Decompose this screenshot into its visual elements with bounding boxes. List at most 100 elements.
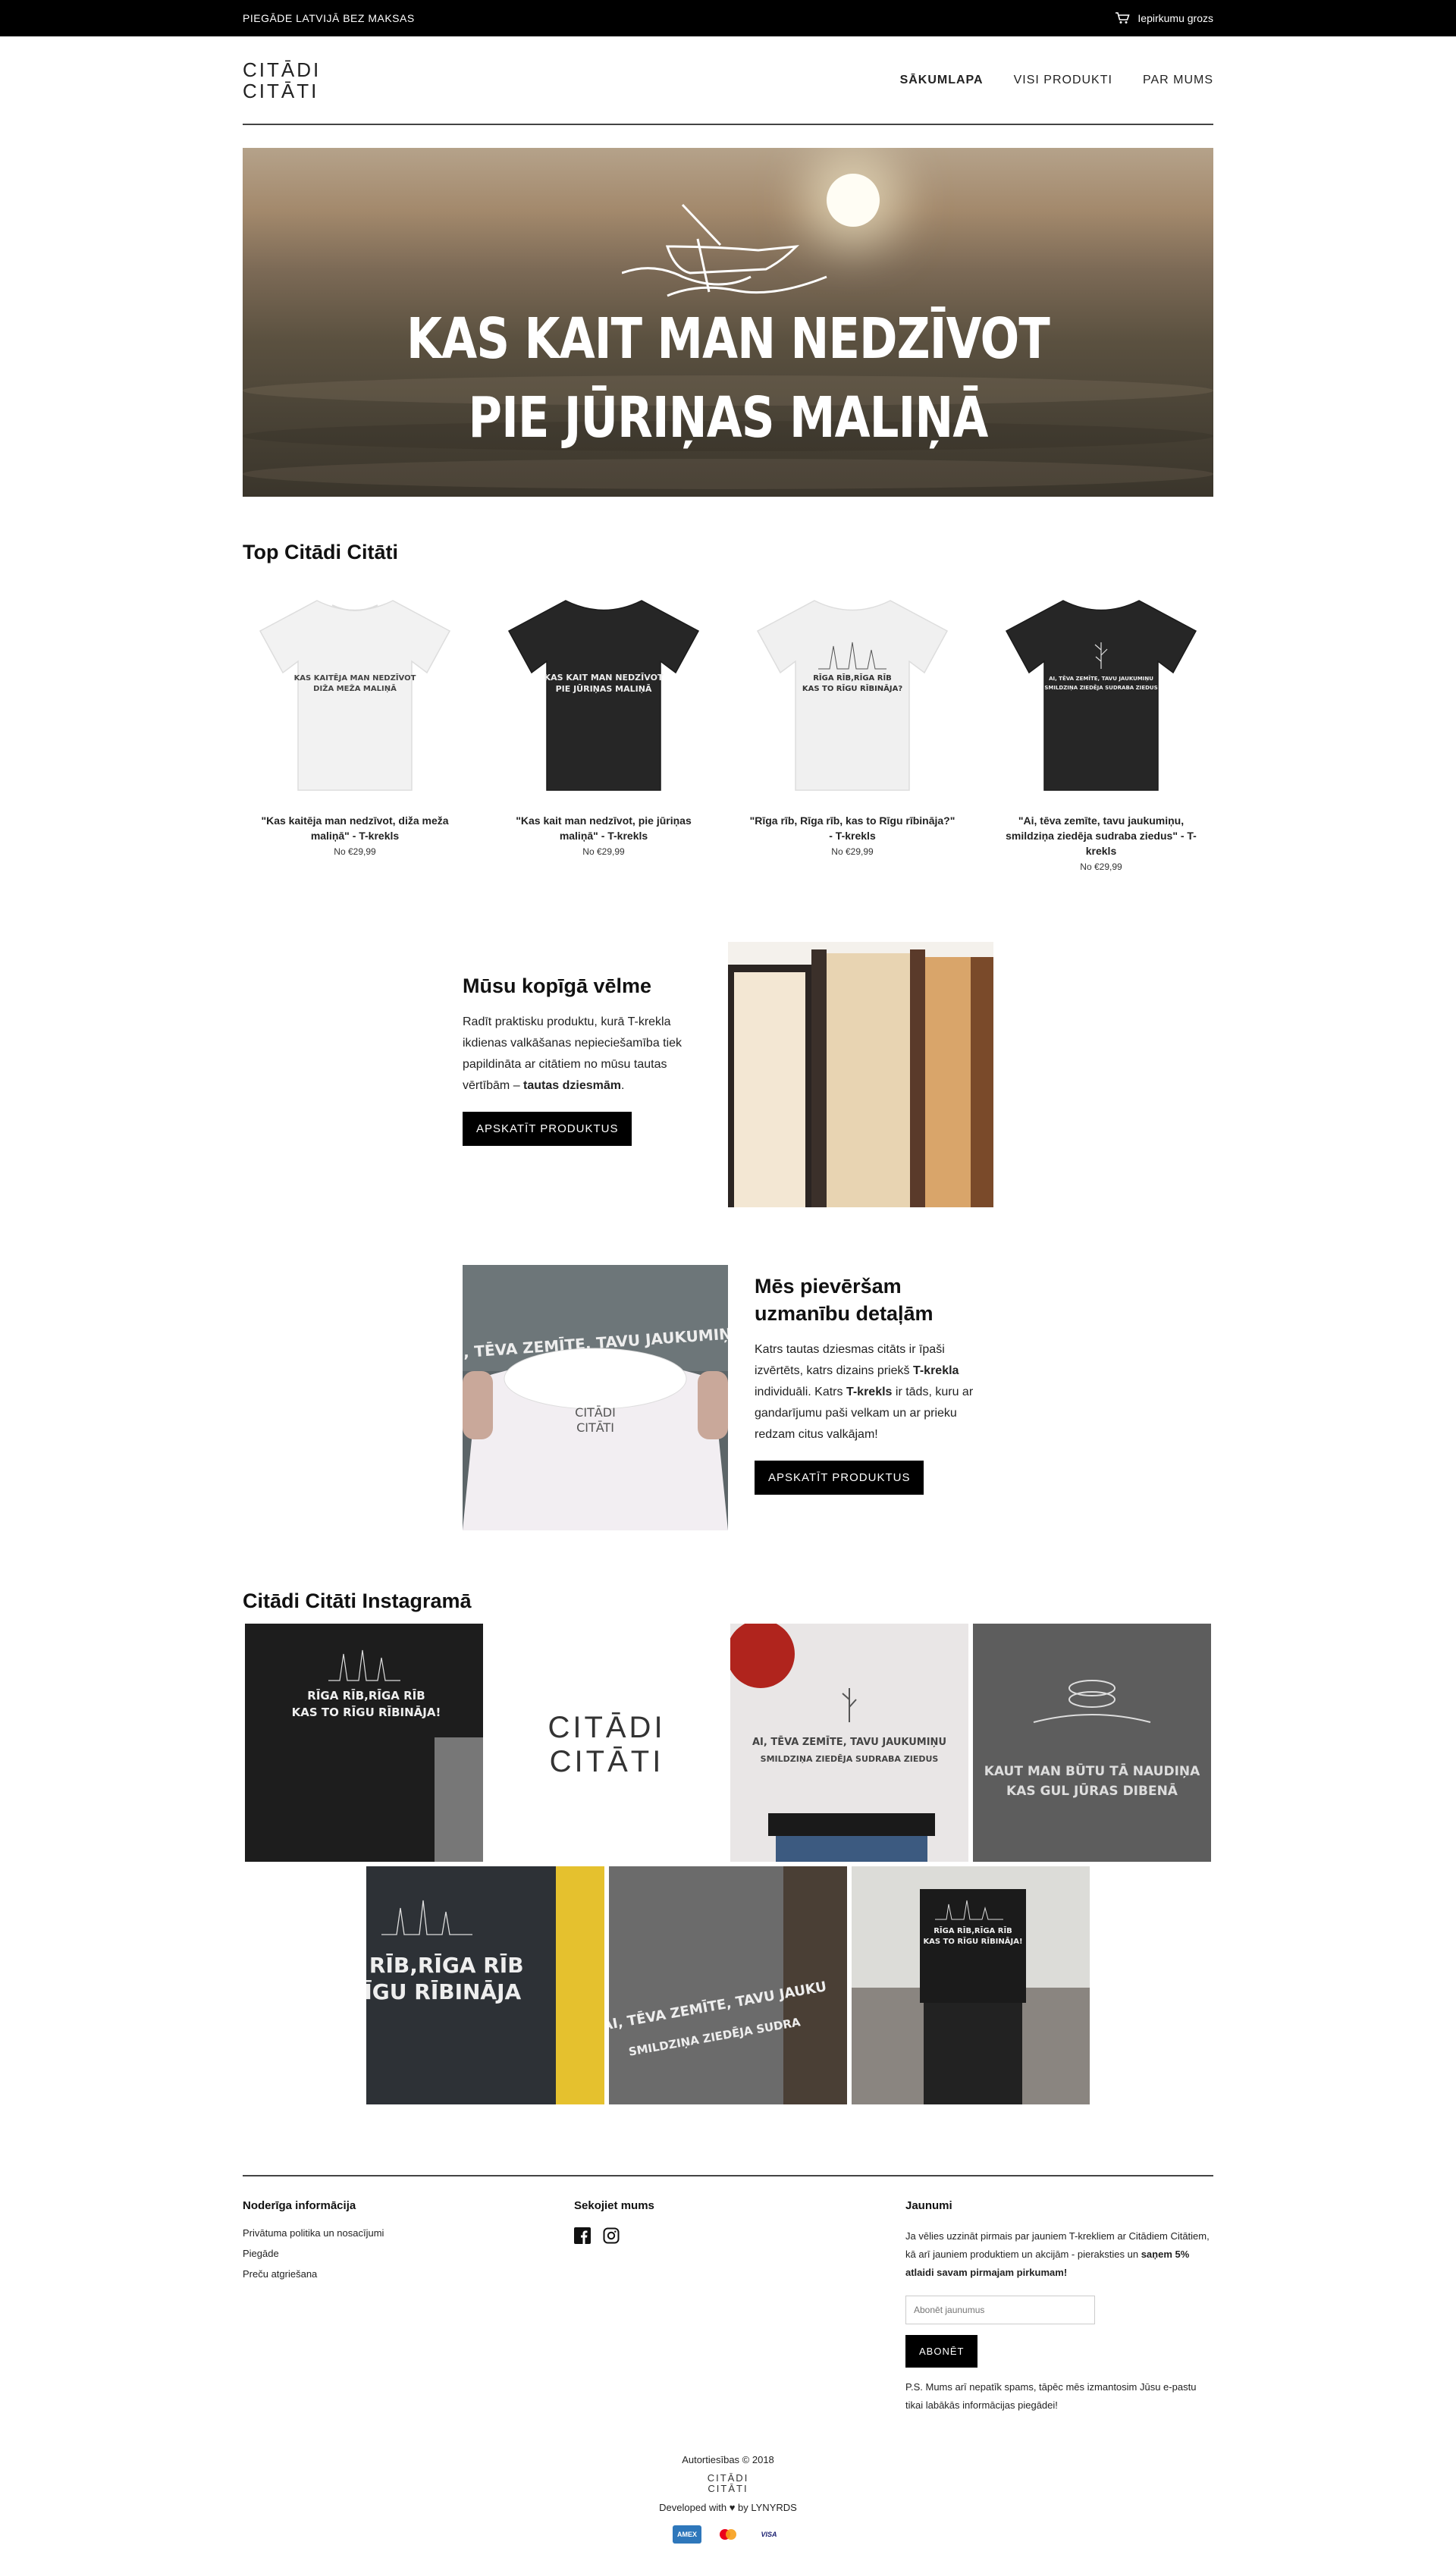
svg-text:RĪGA RĪB,RĪGA RĪB: RĪGA RĪB,RĪGA RĪB	[307, 1687, 425, 1703]
tshirt-icon: RĪGA RĪB,RĪGA RĪB KAS TO RĪGU RĪBINĀJA?	[756, 600, 949, 791]
feature-paragraph: Radīt praktisku produktu, kurā T-krekla …	[463, 1012, 698, 1097]
logo-line-2: CITĀTI	[243, 79, 319, 102]
svg-text:RĪGA RĪB,RĪGA RĪB: RĪGA RĪB,RĪGA RĪB	[934, 1925, 1012, 1935]
logo-line-1: CITĀDI	[243, 58, 322, 81]
view-products-button[interactable]: APSKATĪT PRODUKTUS	[463, 1112, 632, 1146]
newsletter-text: Ja vēlies uzzināt pirmais par jauniem T-…	[905, 2227, 1213, 2282]
instagram-photo: RĪGA RĪB,RĪGA RĪB KAS TO RĪGU RĪBINĀJA!	[852, 1866, 1090, 2104]
wave-3	[243, 459, 1213, 489]
product-price: No €29,99	[831, 846, 874, 857]
instagram-photo: AI, TĒVA ZEMĪTE, TAVU JAUKU SMILDZIŅA ZI…	[609, 1866, 847, 2104]
svg-text:KAS TO RĪGU RĪBINĀJA!: KAS TO RĪGU RĪBINĀJA!	[923, 1936, 1022, 1946]
svg-text:KAS KAIT MAN NEDZĪVOT: KAS KAIT MAN NEDZĪVOT	[544, 673, 664, 683]
hero-title: KAS KAIT MAN NEDZĪVOT PIE JŪRIŅAS MALIŅĀ	[330, 300, 1126, 457]
svg-text:RĪGA RĪB,RĪGA RĪB: RĪGA RĪB,RĪGA RĪB	[813, 673, 892, 683]
mastercard-icon	[714, 2525, 742, 2544]
returns-link[interactable]: Preču atgriešana	[243, 2268, 574, 2280]
product-name[interactable]: "Ai, tēva zemīte, tavu jaukumiņu, smildz…	[989, 813, 1213, 858]
feature-details: AI, TĒVA ZEMĪTE, TAVU JAUKUMIŅU CITĀDI C…	[243, 1265, 1213, 1530]
instagram-photo: KAUT MAN BŪTU TĀ NAUDIŅA KAS GUL JŪRAS D…	[973, 1624, 1211, 1862]
instagram-photo: A RĪB,RĪGA RĪB RĪGU RĪBINĀJA	[366, 1866, 604, 2104]
svg-text:SMILDZIŅA ZIEDĒJA SUDRABA ZIED: SMILDZIŅA ZIEDĒJA SUDRABA ZIEDUS	[1044, 684, 1157, 691]
footer-logo[interactable]: CITĀDI CITĀTI	[243, 2473, 1213, 2494]
product-card[interactable]: RĪGA RĪB,RĪGA RĪB KAS TO RĪGU RĪBINĀJA? …	[740, 579, 965, 872]
site-header: CITĀDI CITĀTI SĀKUMLAPA VISI PRODUKTI PA…	[243, 36, 1213, 125]
books-illustration	[728, 942, 993, 1207]
svg-text:AI, TĒVA ZEMĪTE, TAVU JAUKUMIŅ: AI, TĒVA ZEMĪTE, TAVU JAUKUMIŅU	[1049, 675, 1153, 682]
shipping-notice: PIEGĀDE LATVIJĀ BEZ MAKSAS	[243, 12, 415, 24]
newsletter-email-input[interactable]	[905, 2296, 1095, 2324]
facebook-icon[interactable]	[574, 2227, 591, 2244]
product-image[interactable]: AI, TĒVA ZEMĪTE, TAVU JAUKUMIŅU SMILDZIŅ…	[989, 579, 1213, 804]
feature-title: Mūsu kopīgā vēlme	[463, 974, 652, 997]
top-products-title: Top Citādi Citāti	[243, 541, 398, 563]
shirt-detail-image: AI, TĒVA ZEMĪTE, TAVU JAUKUMIŅU CITĀDI C…	[463, 1265, 728, 1530]
feature-text-bold: T-krekla	[912, 1364, 959, 1377]
feature-wish: Mūsu kopīgā vēlme Radīt praktisku produk…	[243, 942, 1213, 1207]
instagram-row-2: A RĪB,RĪGA RĪB RĪGU RĪBINĀJA AI, TĒVA ZE…	[366, 1866, 1213, 2104]
product-price: No €29,99	[582, 846, 625, 857]
instagram-post[interactable]: AI, TĒVA ZEMĪTE, TAVU JAUKU SMILDZIŅA ZI…	[609, 1866, 847, 2104]
instagram-logo-post: CITĀDI CITĀTI	[548, 1711, 665, 1778]
tshirt-icon: KAS KAIT MAN NEDZĪVOT PIE JŪRIŅAS MALIŅĀ	[507, 600, 700, 791]
svg-text:CITĀTI: CITĀTI	[550, 1745, 664, 1778]
instagram-post[interactable]: A RĪB,RĪGA RĪB RĪGU RĪBINĀJA	[366, 1866, 604, 2104]
visa-icon: VISA	[755, 2525, 783, 2544]
subscribe-button[interactable]: ABONĒT	[905, 2335, 978, 2368]
instagram-post[interactable]: AI, TĒVA ZEMĪTE, TAVU JAUKUMIŅU SMILDZIŅ…	[730, 1624, 968, 1862]
product-image[interactable]: KAS KAIT MAN NEDZĪVOT PIE JŪRIŅAS MALIŅĀ	[491, 579, 716, 804]
dev-suffix[interactable]: by LYNYRDS	[738, 2502, 797, 2513]
product-image[interactable]: RĪGA RĪB,RĪGA RĪB KAS TO RĪGU RĪBINĀJA?	[740, 579, 965, 804]
product-card[interactable]: AI, TĒVA ZEMĪTE, TAVU JAUKUMIŅU SMILDZIŅ…	[989, 579, 1213, 872]
svg-text:CITĀDI: CITĀDI	[548, 1711, 665, 1744]
footer-social: Sekojiet mums	[574, 2199, 905, 2415]
hero-line-2: PIE JŪRIŅAS MALIŅĀ	[468, 385, 989, 450]
product-grid: KAS KAITĒJA MAN NEDZĪVOT DIŽA MEŽA MALIŅ…	[243, 579, 1213, 872]
dev-prefix: Developed with	[659, 2502, 727, 2513]
main-nav: SĀKUMLAPA VISI PRODUKTI PAR MUMS	[900, 74, 1213, 87]
newsletter-ps: P.S. Mums arī nepatīk spams, tāpēc mēs i…	[905, 2381, 1197, 2411]
svg-text:A RĪB,RĪGA RĪB: A RĪB,RĪGA RĪB	[366, 1953, 524, 1978]
cart-link[interactable]: Iepirkumu grozs	[1115, 12, 1213, 24]
site-logo[interactable]: CITĀDI CITĀTI	[243, 59, 321, 102]
product-name[interactable]: "Rīga rīb, Rīga rīb, kas to Rīgu rībināj…	[740, 813, 965, 843]
product-card[interactable]: KAS KAITĒJA MAN NEDZĪVOT DIŽA MEŽA MALIŅ…	[243, 579, 467, 872]
shipping-link[interactable]: Piegāde	[243, 2248, 574, 2259]
footer-info: Noderīga informācija Privātuma politika …	[243, 2199, 574, 2415]
books-image	[728, 942, 993, 1207]
svg-text:CITĀTI: CITĀTI	[576, 1420, 614, 1435]
product-price: No €29,99	[1080, 861, 1122, 872]
site-footer: Noderīga informācija Privātuma politika …	[243, 2175, 1213, 2415]
svg-text:KAS TO RĪGU RĪBINĀJA?: KAS TO RĪGU RĪBINĀJA?	[802, 683, 903, 693]
footer-info-title: Noderīga informācija	[243, 2199, 356, 2212]
svg-text:KAUT MAN BŪTU TĀ NAUDIŅA: KAUT MAN BŪTU TĀ NAUDIŅA	[984, 1762, 1200, 1779]
instagram-row-1: RĪGA RĪB,RĪGA RĪB KAS TO RĪGU RĪBINĀJA! …	[245, 1624, 1213, 1862]
nav-home[interactable]: SĀKUMLAPA	[900, 74, 984, 87]
privacy-link[interactable]: Privātuma politika un nosacījumi	[243, 2227, 574, 2239]
svg-text:CITĀDI: CITĀDI	[575, 1405, 616, 1420]
product-price: No €29,99	[334, 846, 376, 857]
footer-newsletter-title: Jaunumi	[905, 2199, 952, 2212]
view-products-button[interactable]: APSKATĪT PRODUKTUS	[755, 1461, 924, 1495]
svg-text:KAS KAITĒJA MAN NEDZĪVOT: KAS KAITĒJA MAN NEDZĪVOT	[294, 673, 416, 683]
instagram-post[interactable]: RĪGA RĪB,RĪGA RĪB KAS TO RĪGU RĪBINĀJA!	[852, 1866, 1090, 2104]
payment-icons: AMEX VISA	[243, 2525, 1213, 2544]
nav-all-products[interactable]: VISI PRODUKTI	[1014, 74, 1112, 87]
svg-text:RĪGU RĪBINĀJA: RĪGU RĪBINĀJA	[366, 1979, 522, 2004]
svg-text:KAS GUL JŪRAS DIBENĀ: KAS GUL JŪRAS DIBENĀ	[1006, 1782, 1178, 1799]
product-card[interactable]: KAS KAIT MAN NEDZĪVOT PIE JŪRIŅAS MALIŅĀ…	[491, 579, 716, 872]
hero-banner[interactable]: KAS KAIT MAN NEDZĪVOT PIE JŪRIŅAS MALIŅĀ	[243, 148, 1213, 497]
product-name[interactable]: "Kas kait man nedzīvot, pie jūriņas mali…	[491, 813, 716, 843]
product-image[interactable]: KAS KAITĒJA MAN NEDZĪVOT DIŽA MEŽA MALIŅ…	[243, 579, 467, 804]
nav-about[interactable]: PAR MUMS	[1143, 74, 1213, 87]
instagram-post[interactable]: KAUT MAN BŪTU TĀ NAUDIŅA KAS GUL JŪRAS D…	[973, 1624, 1211, 1862]
svg-text:AI, TĒVA ZEMĪTE, TAVU JAUKUMIŅ: AI, TĒVA ZEMĪTE, TAVU JAUKUMIŅU	[752, 1737, 946, 1748]
feature-text-bold: T-krekls	[846, 1386, 893, 1398]
feature-text: Mūsu kopīgā vēlme Radīt praktisku produk…	[463, 972, 698, 1146]
instagram-post[interactable]: RĪGA RĪB,RĪGA RĪB KAS TO RĪGU RĪBINĀJA!	[245, 1624, 483, 1862]
instagram-icon[interactable]	[603, 2227, 620, 2244]
product-name[interactable]: "Kas kaitēja man nedzīvot, diža meža mal…	[243, 813, 467, 843]
tshirt-icon: AI, TĒVA ZEMĪTE, TAVU JAUKUMIŅU SMILDZIŅ…	[1005, 600, 1197, 791]
instagram-post[interactable]: CITĀDI CITĀTI	[488, 1624, 726, 1862]
instagram-photo: RĪGA RĪB,RĪGA RĪB KAS TO RĪGU RĪBINĀJA!	[245, 1624, 483, 1862]
